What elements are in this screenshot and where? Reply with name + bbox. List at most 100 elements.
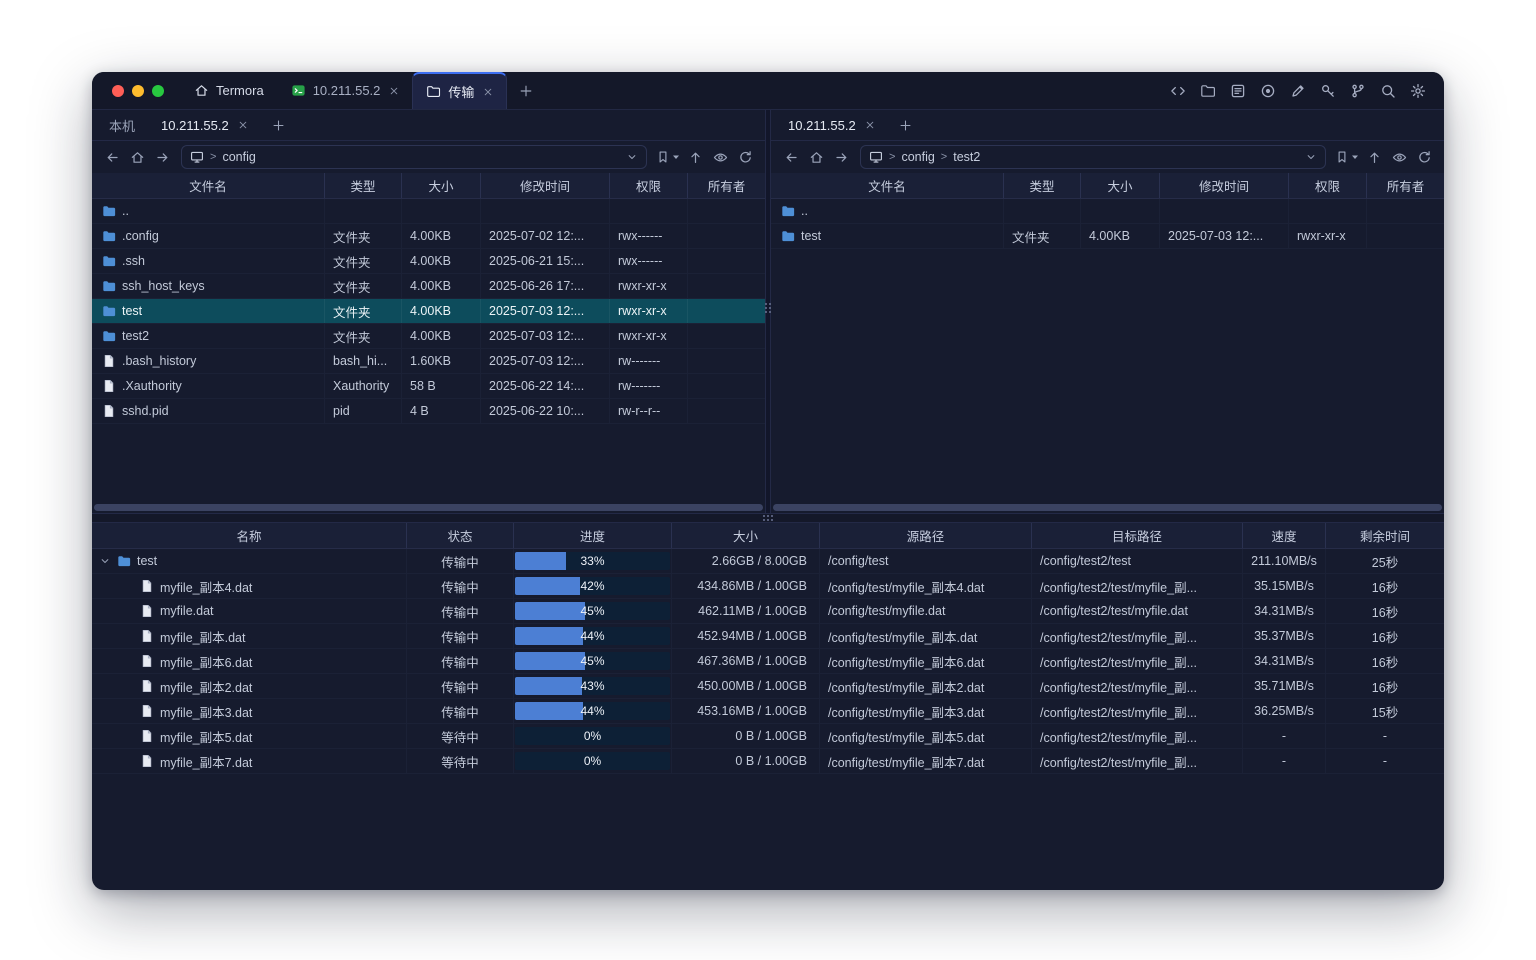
branch-icon[interactable]	[1345, 78, 1370, 103]
minimize-window-button[interactable]	[132, 85, 144, 97]
file-row[interactable]: ..	[771, 199, 1444, 224]
path-breadcrumb[interactable]: >config	[181, 145, 647, 169]
transfer-speed: 35.15MB/s	[1243, 574, 1326, 598]
key-icon[interactable]	[1315, 78, 1340, 103]
file-owner	[688, 299, 765, 323]
bookmark-button[interactable]	[1333, 145, 1361, 169]
forward-button[interactable]	[829, 145, 853, 169]
column-header[interactable]: 修改时间	[1160, 173, 1289, 198]
show-hidden-button[interactable]	[1387, 145, 1411, 169]
column-header[interactable]: 所有者	[688, 173, 765, 198]
transfer-row[interactable]: myfile_副本4.dat传输中42%434.86MB / 1.00GB/co…	[92, 574, 1444, 599]
horizontal-scrollbar[interactable]	[773, 504, 1442, 511]
column-header[interactable]: 剩余时间	[1326, 523, 1444, 548]
panel-tab[interactable]: 10.211.55.2	[148, 110, 261, 140]
forward-button[interactable]	[150, 145, 174, 169]
transfer-splitter[interactable]	[92, 513, 1444, 523]
app-home-tab[interactable]: Termora	[180, 72, 278, 109]
folder-icon	[102, 204, 116, 218]
transfer-name: myfile_副本7.dat	[160, 752, 252, 771]
code-icon[interactable]	[1165, 78, 1190, 103]
column-header[interactable]: 修改时间	[481, 173, 610, 198]
transfer-remaining: -	[1326, 749, 1444, 773]
titlebar-tab[interactable]: 传输	[412, 72, 507, 109]
close-tab-icon[interactable]	[238, 120, 248, 130]
file-row[interactable]: test文件夹4.00KB2025-07-03 12:...rwxr-xr-x	[92, 299, 765, 324]
column-header[interactable]: 类型	[325, 173, 402, 198]
file-row[interactable]: sshd.pidpid4 B2025-06-22 10:...rw-r--r--	[92, 399, 765, 424]
close-tab-icon[interactable]	[389, 86, 399, 96]
new-panel-tab-button[interactable]	[261, 110, 296, 140]
column-header[interactable]: 大小	[672, 523, 820, 548]
file-row[interactable]: ssh_host_keys文件夹4.00KB2025-06-26 17:...r…	[92, 274, 765, 299]
file-size: 4.00KB	[402, 324, 481, 348]
column-header[interactable]: 状态	[407, 523, 514, 548]
column-header[interactable]: 大小	[402, 173, 481, 198]
new-panel-tab-button[interactable]	[888, 110, 923, 140]
transfer-row[interactable]: myfile_副本7.dat等待中0%0 B / 1.00GB/config/t…	[92, 749, 1444, 774]
file-row[interactable]: test文件夹4.00KB2025-07-03 12:...rwxr-xr-x	[771, 224, 1444, 249]
column-header[interactable]: 目标路径	[1032, 523, 1243, 548]
transfer-row[interactable]: myfile_副本2.dat传输中43%450.00MB / 1.00GB/co…	[92, 674, 1444, 699]
column-header[interactable]: 文件名	[92, 173, 325, 198]
path-segment[interactable]: test2	[953, 150, 980, 164]
expand-chevron-icon[interactable]	[99, 555, 111, 567]
progress-percent: 44%	[515, 627, 670, 645]
file-row[interactable]: .XauthorityXauthority58 B2025-06-22 14:.…	[92, 374, 765, 399]
file-mtime: 2025-06-26 17:...	[481, 274, 610, 298]
refresh-button[interactable]	[733, 145, 757, 169]
panel-tab[interactable]: 本机	[96, 110, 148, 140]
chevron-down-icon[interactable]	[1305, 151, 1317, 163]
file-row[interactable]: .config文件夹4.00KB2025-07-02 12:...rwx----…	[92, 224, 765, 249]
refresh-button[interactable]	[1412, 145, 1436, 169]
column-header[interactable]: 速度	[1243, 523, 1326, 548]
back-button[interactable]	[100, 145, 124, 169]
close-tab-icon[interactable]	[483, 87, 493, 97]
path-segment[interactable]: config	[901, 150, 934, 164]
transfer-row[interactable]: myfile_副本6.dat传输中45%467.36MB / 1.00GB/co…	[92, 649, 1444, 674]
horizontal-scrollbar[interactable]	[94, 504, 763, 511]
parent-directory-button[interactable]	[1362, 145, 1386, 169]
column-header[interactable]: 名称	[92, 523, 407, 548]
log-icon[interactable]	[1225, 78, 1250, 103]
file-row[interactable]: .bash_historybash_hi...1.60KB2025-07-03 …	[92, 349, 765, 374]
column-header[interactable]: 大小	[1081, 173, 1160, 198]
transfer-row[interactable]: myfile_副本.dat传输中44%452.94MB / 1.00GB/con…	[92, 624, 1444, 649]
file-row[interactable]: .ssh文件夹4.00KB2025-06-21 15:...rwx------	[92, 249, 765, 274]
path-segment[interactable]: config	[222, 150, 255, 164]
file-row[interactable]: test2文件夹4.00KB2025-07-03 12:...rwxr-xr-x	[92, 324, 765, 349]
record-icon[interactable]	[1255, 78, 1280, 103]
close-window-button[interactable]	[112, 85, 124, 97]
panel-tab[interactable]: 10.211.55.2	[775, 110, 888, 140]
transfer-name: myfile_副本.dat	[160, 627, 245, 646]
column-header[interactable]: 源路径	[820, 523, 1032, 548]
column-header[interactable]: 权限	[610, 173, 688, 198]
chevron-down-icon[interactable]	[626, 151, 638, 163]
search-icon[interactable]	[1375, 78, 1400, 103]
bookmark-button[interactable]	[654, 145, 682, 169]
home-button[interactable]	[804, 145, 828, 169]
new-tab-button[interactable]	[507, 72, 545, 109]
transfer-row[interactable]: myfile.dat传输中45%462.11MB / 1.00GB/config…	[92, 599, 1444, 624]
path-breadcrumb[interactable]: >config>test2	[860, 145, 1326, 169]
column-header[interactable]: 进度	[514, 523, 672, 548]
column-header[interactable]: 所有者	[1367, 173, 1444, 198]
transfer-row[interactable]: myfile_副本3.dat传输中44%453.16MB / 1.00GB/co…	[92, 699, 1444, 724]
column-header[interactable]: 类型	[1004, 173, 1081, 198]
file-row[interactable]: ..	[92, 199, 765, 224]
column-header[interactable]: 文件名	[771, 173, 1004, 198]
settings-icon[interactable]	[1405, 78, 1430, 103]
show-hidden-button[interactable]	[708, 145, 732, 169]
file-owner	[688, 374, 765, 398]
folder-outline-icon[interactable]	[1195, 78, 1220, 103]
titlebar-tab[interactable]: 10.211.55.2	[278, 72, 413, 109]
home-button[interactable]	[125, 145, 149, 169]
back-button[interactable]	[779, 145, 803, 169]
transfer-row[interactable]: myfile_副本5.dat等待中0%0 B / 1.00GB/config/t…	[92, 724, 1444, 749]
edit-icon[interactable]	[1285, 78, 1310, 103]
close-tab-icon[interactable]	[865, 120, 875, 130]
transfer-row[interactable]: test传输中33%2.66GB / 8.00GB/config/test/co…	[92, 549, 1444, 574]
column-header[interactable]: 权限	[1289, 173, 1367, 198]
zoom-window-button[interactable]	[152, 85, 164, 97]
parent-directory-button[interactable]	[683, 145, 707, 169]
